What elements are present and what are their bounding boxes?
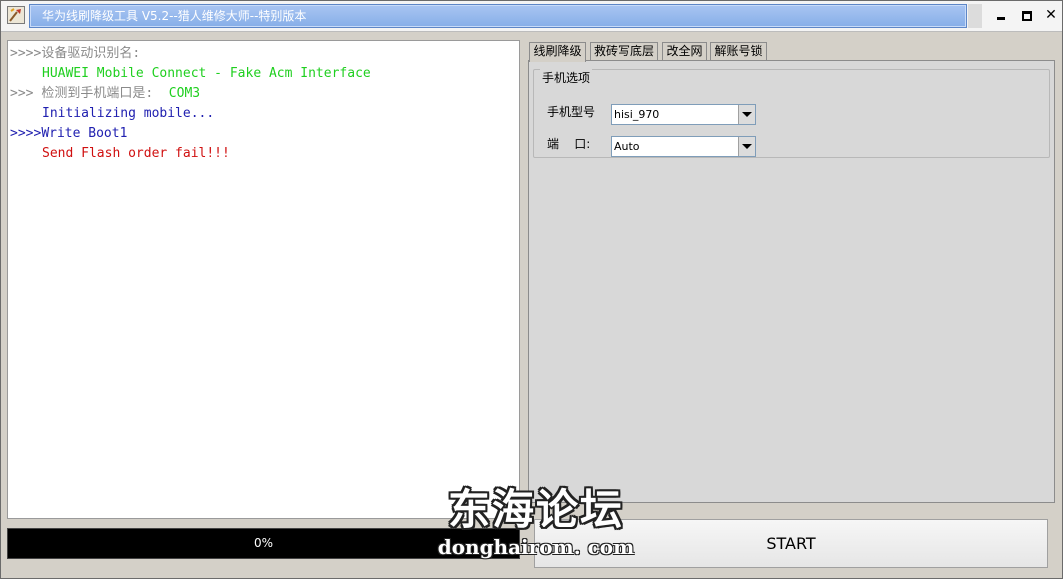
model-select-value: hisi_970 — [614, 108, 660, 121]
minimize-button[interactable] — [989, 4, 1015, 28]
phone-options-group: 手机选项 手机型号 hisi_970 端 口: Auto — [533, 69, 1050, 158]
start-button[interactable]: START — [534, 519, 1048, 568]
close-icon: ✕ — [1045, 7, 1057, 23]
port-select-value: Auto — [614, 140, 640, 153]
log-line: HUAWEI Mobile Connect - Fake Acm Interfa… — [42, 66, 371, 81]
dropdown-arrow-icon[interactable] — [738, 137, 755, 156]
log-line: >>>>Write Boot1 — [10, 126, 128, 141]
log-line: Initializing mobile... — [42, 106, 215, 121]
log-line: >>>>设备驱动识别名: — [10, 46, 141, 61]
port-value: COM3 — [168, 86, 201, 101]
tab-account-unlock[interactable]: 解账号锁 — [710, 42, 767, 61]
group-title: 手机选项 — [540, 69, 593, 86]
app-icon[interactable] — [7, 6, 25, 24]
log-output[interactable]: >>>>设备驱动识别名: HUAWEI Mobile Connect - Fak… — [7, 40, 520, 519]
progress-label: 0% — [253, 536, 274, 550]
title-bar-spacer — [968, 4, 982, 28]
tab-unbrick[interactable]: 救砖写底层 — [590, 42, 658, 61]
app-window: 华为线刷降级工具 V5.2--猎人维修大师--特别版本 ✕ >>>>设备驱动识别… — [0, 0, 1063, 579]
port-select[interactable]: Auto — [611, 136, 756, 157]
tab-network[interactable]: 改全网 — [662, 42, 707, 61]
close-button[interactable]: ✕ — [1038, 4, 1063, 28]
model-label: 手机型号 — [547, 105, 596, 119]
dropdown-arrow-icon[interactable] — [738, 105, 755, 124]
port-label: 端 口: — [547, 137, 591, 151]
window-title: 华为线刷降级工具 V5.2--猎人维修大师--特别版本 — [29, 4, 967, 28]
minimize-icon — [997, 17, 1005, 20]
model-select[interactable]: hisi_970 — [611, 104, 756, 125]
tab-flash-downgrade[interactable]: 线刷降级 — [529, 42, 586, 62]
log-line: Send Flash order fail!!! — [42, 146, 230, 161]
log-line: >>> 检测到手机端口是: COM3 — [10, 86, 201, 101]
maximize-button[interactable] — [1014, 4, 1040, 28]
maximize-icon — [1022, 11, 1032, 21]
tab-panel: 手机选项 手机型号 hisi_970 端 口: Auto — [528, 60, 1055, 503]
progress-bar: 0% — [7, 528, 520, 559]
title-bar: 华为线刷降级工具 V5.2--猎人维修大师--特别版本 ✕ — [1, 1, 1062, 32]
